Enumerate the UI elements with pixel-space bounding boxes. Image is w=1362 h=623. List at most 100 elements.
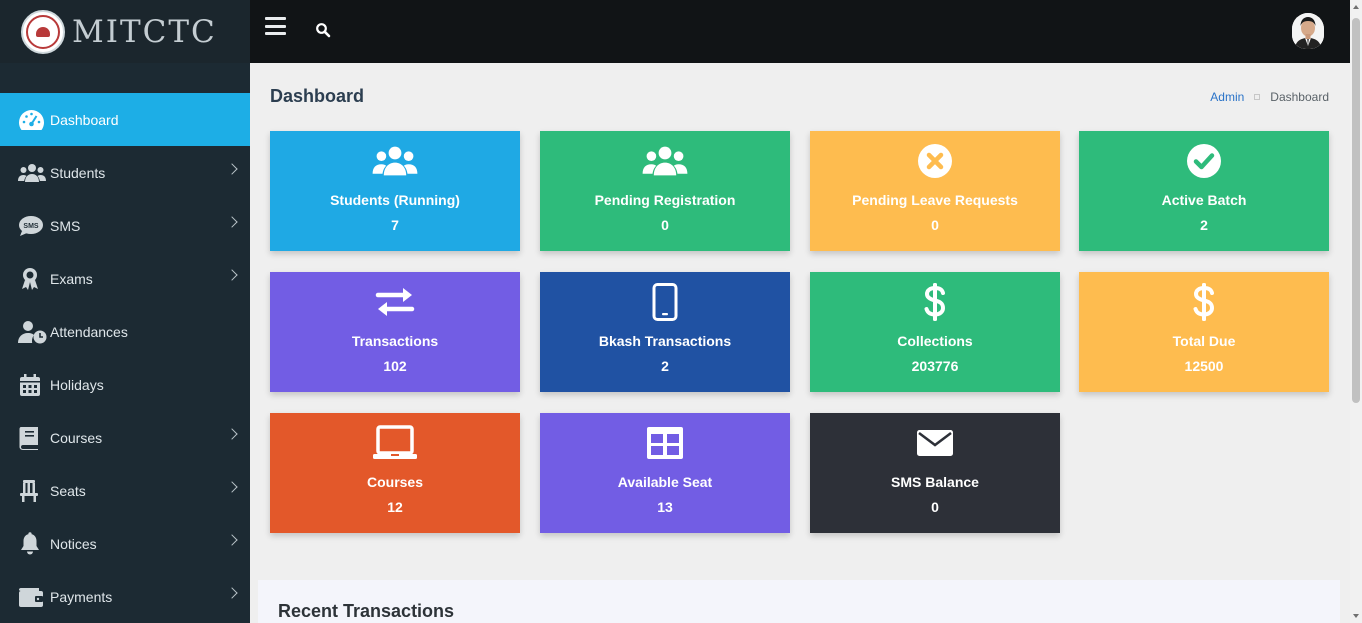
sidebar-item-notices[interactable]: Notices bbox=[0, 517, 250, 570]
card-value: 7 bbox=[391, 217, 399, 233]
card-label: Courses bbox=[366, 474, 424, 490]
card-active-batch[interactable]: Active Batch 2 bbox=[1079, 131, 1329, 251]
breadcrumb-admin-link[interactable]: Admin bbox=[1210, 90, 1244, 104]
card-total-due[interactable]: Total Due 12500 bbox=[1079, 272, 1329, 392]
sidebar-item-label: Students bbox=[50, 164, 106, 181]
card-transactions[interactable]: Transactions 102 bbox=[270, 272, 520, 392]
envelope-icon bbox=[810, 425, 1060, 461]
sidebar-item-dashboard[interactable]: Dashboard bbox=[0, 93, 250, 146]
card-students-running[interactable]: Students (Running) 7 bbox=[270, 131, 520, 251]
sidebar-item-seats[interactable]: Seats bbox=[0, 464, 250, 517]
users-icon bbox=[270, 143, 520, 179]
sidebar-item-label: Seats bbox=[50, 482, 86, 499]
dollar-icon bbox=[1079, 283, 1329, 321]
page-title: Dashboard bbox=[270, 86, 365, 106]
card-value: 2 bbox=[661, 358, 669, 374]
card-label: Available Seat bbox=[617, 474, 713, 490]
breadcrumb: Admin Dashboard bbox=[1210, 90, 1329, 104]
mobile-icon bbox=[540, 283, 790, 321]
wallet-icon bbox=[18, 585, 48, 609]
laptop-icon bbox=[270, 425, 520, 461]
avatar[interactable] bbox=[1292, 13, 1324, 49]
users-icon bbox=[18, 161, 48, 185]
card-value: 102 bbox=[383, 358, 407, 374]
chevron-right-icon bbox=[226, 481, 238, 493]
chevron-right-icon bbox=[226, 216, 238, 228]
card-bkash-transactions[interactable]: Bkash Transactions 2 bbox=[540, 272, 790, 392]
chair-icon bbox=[18, 479, 48, 503]
card-value: 12500 bbox=[1184, 358, 1224, 374]
card-value: 0 bbox=[931, 217, 939, 233]
times-circle-icon bbox=[810, 143, 1060, 179]
card-value: 12 bbox=[387, 499, 403, 515]
users-icon bbox=[540, 143, 790, 179]
sidebar-item-attendances[interactable]: Attendances bbox=[0, 305, 250, 358]
sidebar-item-label: Holidays bbox=[50, 376, 104, 393]
sidebar-item-students[interactable]: Students bbox=[0, 146, 250, 199]
card-value: 2 bbox=[1200, 217, 1208, 233]
book-icon bbox=[18, 426, 48, 450]
bars-icon[interactable] bbox=[265, 17, 286, 35]
chevron-right-icon bbox=[226, 163, 238, 175]
chevron-right-icon bbox=[226, 428, 238, 440]
chevron-right-icon bbox=[226, 587, 238, 599]
scrollbar-thumb[interactable] bbox=[1352, 18, 1360, 403]
card-collections[interactable]: Collections 203776 bbox=[810, 272, 1060, 392]
card-label: Bkash Transactions bbox=[598, 333, 732, 349]
card-label: Pending Leave Requests bbox=[852, 192, 1018, 208]
card-value: 13 bbox=[657, 499, 673, 515]
exchange-icon bbox=[270, 284, 520, 320]
svg-text:SMS: SMS bbox=[23, 223, 39, 230]
card-value: 203776 bbox=[911, 358, 959, 374]
sidebar-item-holidays[interactable]: Holidays bbox=[0, 358, 250, 411]
recent-transactions-panel: Recent Transactions bbox=[258, 580, 1340, 623]
page-scrollbar[interactable] bbox=[1350, 0, 1362, 623]
card-label: Transactions bbox=[351, 333, 439, 349]
sms-icon: SMS bbox=[18, 214, 48, 238]
sidebar-item-label: SMS bbox=[50, 217, 81, 234]
breadcrumb-current: Dashboard bbox=[1270, 90, 1329, 104]
sidebar-item-courses[interactable]: Courses bbox=[0, 411, 250, 464]
bell-icon bbox=[18, 531, 48, 556]
card-pending-leave-requests[interactable]: Pending Leave Requests 0 bbox=[810, 131, 1060, 251]
brand-name: MITCTC bbox=[72, 13, 217, 50]
card-label: Pending Registration bbox=[594, 192, 736, 208]
sidebar: MITCTC Dashboard Students SMS SMS Exams … bbox=[0, 0, 250, 623]
calendar-icon bbox=[18, 373, 48, 397]
chevron-right-icon bbox=[226, 534, 238, 546]
card-label: Collections bbox=[897, 333, 973, 349]
sidebar-item-label: Exams bbox=[50, 270, 93, 287]
card-label: SMS Balance bbox=[891, 474, 979, 490]
scroll-up-arrow-icon[interactable] bbox=[1353, 5, 1359, 9]
user-clock-icon bbox=[18, 320, 48, 344]
card-value: 0 bbox=[661, 217, 669, 233]
grid-icon bbox=[540, 425, 790, 461]
dollar-icon bbox=[810, 283, 1060, 321]
card-courses[interactable]: Courses 12 bbox=[270, 413, 520, 533]
sidebar-nav: Dashboard Students SMS SMS Exams Attenda… bbox=[0, 93, 250, 623]
sidebar-item-label: Dashboard bbox=[50, 111, 119, 128]
sidebar-item-label: Notices bbox=[50, 535, 97, 552]
card-label: Students (Running) bbox=[330, 192, 460, 208]
check-circle-icon bbox=[1079, 143, 1329, 179]
scroll-down-arrow-icon[interactable] bbox=[1353, 614, 1359, 618]
card-available-seat[interactable]: Available Seat 13 bbox=[540, 413, 790, 533]
sidebar-item-payments[interactable]: Payments bbox=[0, 570, 250, 623]
card-sms-balance[interactable]: SMS Balance 0 bbox=[810, 413, 1060, 533]
award-icon bbox=[18, 267, 48, 291]
chevron-right-icon bbox=[226, 269, 238, 281]
topbar bbox=[250, 0, 1350, 63]
sidebar-item-exams[interactable]: Exams bbox=[0, 252, 250, 305]
breadcrumb-separator-icon bbox=[1254, 94, 1261, 100]
sidebar-item-label: Courses bbox=[50, 429, 103, 446]
card-label: Active Batch bbox=[1161, 192, 1247, 208]
recent-transactions-title: Recent Transactions bbox=[278, 601, 455, 621]
brand-logo bbox=[21, 9, 65, 54]
card-value: 0 bbox=[931, 499, 939, 515]
card-label: Total Due bbox=[1172, 333, 1236, 349]
search-icon[interactable] bbox=[315, 22, 331, 38]
brand[interactable]: MITCTC bbox=[0, 0, 250, 63]
card-pending-registration[interactable]: Pending Registration 0 bbox=[540, 131, 790, 251]
sidebar-item-label: Attendances bbox=[50, 323, 128, 340]
sidebar-item-sms[interactable]: SMS SMS bbox=[0, 199, 250, 252]
